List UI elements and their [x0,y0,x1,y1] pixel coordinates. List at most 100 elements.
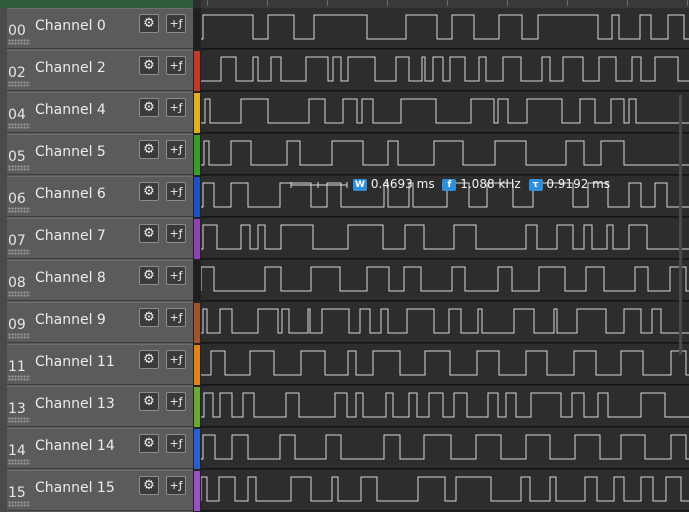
channel-row[interactable]: 00 Channel 0 ⚙ +ƒ [7,8,193,49]
settings-gear-icon[interactable]: ⚙ [139,308,159,327]
vertical-scrollbar[interactable] [679,95,682,355]
drag-handle[interactable] [8,249,30,255]
channel-row[interactable]: 15 Channel 15 ⚙ +ƒ [7,470,193,511]
waveform-trace-08 [201,266,689,292]
trigger-button[interactable]: +ƒ [166,56,186,75]
ruler-tick [567,0,568,6]
channel-row[interactable]: 06 Channel 6 ⚙ +ƒ [7,176,193,217]
trigger-button[interactable]: +ƒ [166,392,186,411]
settings-gear-icon[interactable]: ⚙ [139,476,159,495]
channel-name[interactable]: Channel 9 [35,312,106,328]
settings-gear-icon[interactable]: ⚙ [139,14,159,33]
settings-gear-icon[interactable]: ⚙ [139,350,159,369]
waveform-trace-09 [201,308,689,334]
waveform-trace-07 [201,224,689,250]
channel-row[interactable]: 02 Channel 2 ⚙ +ƒ [7,50,193,91]
channel-color-11 [194,345,200,385]
frequency-icon: f [442,178,457,191]
waveform-trace-13 [201,392,689,418]
channel-color-05 [194,135,200,175]
channel-color-09 [194,303,200,343]
top-bar [0,0,689,8]
drag-handle[interactable] [8,39,30,45]
channel-name[interactable]: Channel 13 [35,396,115,412]
channel-color-14 [194,429,200,469]
drag-handle[interactable] [8,207,30,213]
ruler-tick [267,0,268,6]
channel-row[interactable]: 09 Channel 9 ⚙ +ƒ [7,302,193,343]
channel-row[interactable]: 05 Channel 5 ⚙ +ƒ [7,134,193,175]
ruler-tick [507,0,508,6]
channel-color-04 [194,93,200,133]
drag-handle[interactable] [8,459,30,465]
waveform-trace-02 [201,56,689,82]
waveform-trace-04 [201,98,689,124]
channel-row[interactable]: 11 Channel 11 ⚙ +ƒ [7,344,193,385]
trigger-button[interactable]: +ƒ [166,182,186,201]
trigger-button[interactable]: +ƒ [166,266,186,285]
width-value: 0.4693 ms [370,177,435,191]
channel-row[interactable]: 08 Channel 8 ⚙ +ƒ [7,260,193,301]
settings-gear-icon[interactable]: ⚙ [139,392,159,411]
drag-handle[interactable] [8,501,30,507]
time-ruler[interactable] [201,0,689,8]
settings-gear-icon[interactable]: ⚙ [139,434,159,453]
trigger-button[interactable]: +ƒ [166,434,186,453]
channel-row[interactable]: 13 Channel 13 ⚙ +ƒ [7,386,193,427]
ruler-tick [387,0,388,6]
trigger-button[interactable]: +ƒ [166,14,186,33]
drag-handle[interactable] [8,123,30,129]
ruler-tick [327,0,328,6]
trigger-button[interactable]: +ƒ [166,98,186,117]
period-icon: τ [528,178,543,191]
settings-gear-icon[interactable]: ⚙ [139,98,159,117]
channel-name[interactable]: Channel 14 [35,438,115,454]
drag-handle[interactable] [8,165,30,171]
channel-color-13 [194,387,200,427]
trigger-button[interactable]: +ƒ [166,140,186,159]
channel-number: 08 [8,275,26,291]
drag-handle[interactable] [8,333,30,339]
header-strip [0,0,193,8]
channel-name[interactable]: Channel 4 [35,102,106,118]
channel-row[interactable]: 14 Channel 14 ⚙ +ƒ [7,428,193,469]
channel-row[interactable]: 04 Channel 4 ⚙ +ƒ [7,92,193,133]
channel-name[interactable]: Channel 15 [35,480,115,496]
channel-name[interactable]: Channel 7 [35,228,106,244]
settings-gear-icon[interactable]: ⚙ [139,56,159,75]
waveform-trace-05 [201,140,689,166]
channel-color-02 [194,51,200,91]
channel-number: 02 [8,65,26,81]
trigger-button[interactable]: +ƒ [166,224,186,243]
waveform-area[interactable] [201,8,689,512]
channel-sidebar: 00 Channel 0 ⚙ +ƒ 02 Channel 2 ⚙ +ƒ 04 Channel 4 ⚙… [7,8,193,512]
channel-number: 09 [8,317,26,333]
channel-name[interactable]: Channel 0 [35,18,106,34]
waveform-trace-14 [201,434,689,460]
channel-name[interactable]: Channel 2 [35,60,106,76]
drag-handle[interactable] [8,375,30,381]
ruler-tick [687,0,688,6]
waveform-trace-15 [201,476,689,502]
drag-handle[interactable] [8,417,30,423]
drag-handle[interactable] [8,81,30,87]
channel-name[interactable]: Channel 8 [35,270,106,286]
measurement-readout: W 0.4693 ms f 1.088 kHz τ 0.9192 ms [353,177,610,193]
channel-number: 04 [8,107,26,123]
trigger-button[interactable]: +ƒ [166,476,186,495]
settings-gear-icon[interactable]: ⚙ [139,224,159,243]
trigger-button[interactable]: +ƒ [166,308,186,327]
settings-gear-icon[interactable]: ⚙ [139,266,159,285]
ruler-tick [207,0,208,6]
channel-name[interactable]: Channel 5 [35,144,106,160]
settings-gear-icon[interactable]: ⚙ [139,182,159,201]
measurement-marker [290,182,348,188]
waveform-svg [201,14,689,502]
channel-row[interactable]: 07 Channel 7 ⚙ +ƒ [7,218,193,259]
channel-name[interactable]: Channel 6 [35,186,106,202]
drag-handle[interactable] [8,291,30,297]
settings-gear-icon[interactable]: ⚙ [139,140,159,159]
channel-color-15 [194,471,200,511]
channel-name[interactable]: Channel 11 [35,354,115,370]
trigger-button[interactable]: +ƒ [166,350,186,369]
